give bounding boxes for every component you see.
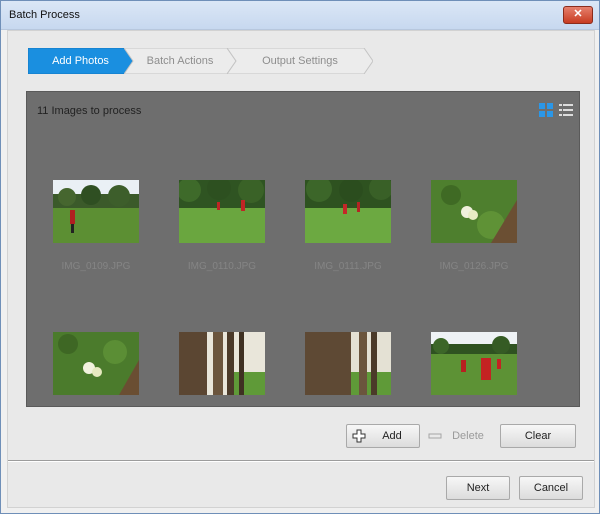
thumbnail-item[interactable]: IMG_0109.JPG bbox=[53, 180, 139, 272]
close-icon: ✕ bbox=[573, 8, 583, 20]
thumbnail-filename: IMG_0109.JPG bbox=[61, 261, 131, 272]
title-bar: Batch Process ✕ bbox=[1, 1, 599, 30]
thumbnail-item[interactable]: IMG_0126.JPG bbox=[431, 180, 517, 272]
clear-button[interactable]: Clear bbox=[500, 424, 576, 448]
soccer-field-photo bbox=[305, 180, 391, 243]
add-button[interactable]: Add bbox=[346, 424, 420, 448]
dialog-content: Add Photos Batch Actions Output Settings… bbox=[7, 30, 595, 508]
soccer-field-photo bbox=[179, 180, 265, 243]
thumbnail-item[interactable] bbox=[431, 332, 517, 406]
soccer-field-photo bbox=[431, 332, 517, 395]
flower-on-grass-photo bbox=[431, 180, 517, 243]
thumbnail-filename: IMG_0126.JPG bbox=[439, 261, 509, 272]
clear-label: Clear bbox=[524, 430, 552, 442]
thumbnail-item[interactable]: IMG_0110.JPG bbox=[179, 180, 265, 272]
add-label: Add bbox=[382, 430, 402, 442]
window-title: Batch Process bbox=[9, 9, 80, 21]
flower-on-grass-photo bbox=[53, 332, 139, 395]
batch-process-window: Batch Process ✕ Add Photos Batch Actions… bbox=[0, 0, 600, 514]
step-label: Add Photos bbox=[52, 55, 109, 67]
next-label: Next bbox=[466, 482, 490, 494]
step-label: Output Settings bbox=[262, 55, 338, 67]
cancel-button[interactable]: Cancel bbox=[519, 476, 583, 500]
step-add-photos[interactable]: Add Photos bbox=[28, 48, 133, 74]
wizard-steps: Add Photos Batch Actions Output Settings bbox=[28, 48, 373, 74]
close-button[interactable]: ✕ bbox=[563, 6, 593, 24]
delete-button[interactable]: Delete bbox=[422, 424, 496, 448]
images-count-label: 11 Images to process bbox=[37, 105, 142, 117]
minus-icon bbox=[428, 433, 442, 439]
thumbnail-item[interactable]: IMG_0111.JPG bbox=[305, 180, 391, 272]
thumbnail-item[interactable] bbox=[53, 332, 139, 406]
list-view-icon[interactable] bbox=[558, 102, 574, 118]
step-output-settings[interactable]: Output Settings bbox=[227, 48, 373, 74]
tree-trunk-photo bbox=[179, 332, 265, 395]
thumbnail-item[interactable] bbox=[179, 332, 265, 406]
footer-divider bbox=[8, 460, 594, 462]
plus-icon bbox=[352, 429, 366, 443]
cancel-label: Cancel bbox=[533, 482, 569, 494]
thumbnail-item[interactable] bbox=[305, 332, 391, 406]
thumbnail-filename: IMG_0110.JPG bbox=[187, 261, 257, 272]
step-batch-actions[interactable]: Batch Actions bbox=[124, 48, 236, 74]
step-label: Batch Actions bbox=[146, 55, 214, 67]
thumbnail-filename: IMG_0111.JPG bbox=[314, 261, 382, 272]
grid-view-icon[interactable] bbox=[538, 102, 554, 118]
next-button[interactable]: Next bbox=[446, 476, 510, 500]
images-panel: 11 Images to process IMG_0109.JPG IMG_01… bbox=[26, 91, 580, 407]
tree-trunk-photo bbox=[305, 332, 391, 395]
soccer-field-photo bbox=[53, 180, 139, 243]
